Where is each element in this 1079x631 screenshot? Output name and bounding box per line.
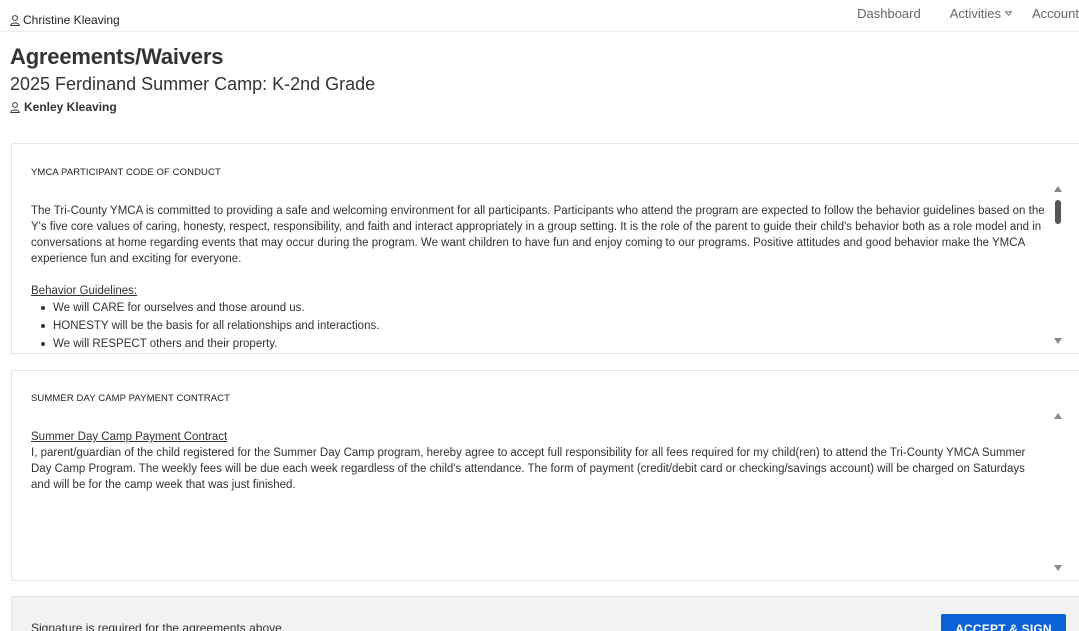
nav-activities-label: Activities: [949, 6, 1002, 21]
signature-bar: Signature is required for the agreements…: [11, 596, 1079, 631]
agreement-text-scroll-area[interactable]: The Tri-County YMCA is committed to prov…: [31, 203, 1046, 353]
scrollbar[interactable]: [1050, 144, 1066, 353]
main-nav: Dashboard Activities Account: [857, 6, 1079, 21]
scroll-up-arrow-icon[interactable]: [1054, 413, 1062, 419]
accept-and-sign-button[interactable]: ACCEPT & SIGN: [941, 614, 1066, 631]
agreement-title: SUMMER DAY CAMP PAYMENT CONTRACT: [31, 393, 231, 404]
user-name: Christine Kleaving: [23, 13, 120, 27]
user-icon: [10, 14, 20, 26]
agreement-subhead: Summer Day Camp Payment Contract: [31, 431, 228, 443]
scroll-thumb[interactable]: [1055, 200, 1061, 224]
nav-activities[interactable]: Activities: [949, 6, 1013, 21]
scroll-down-arrow-icon[interactable]: [1054, 338, 1062, 344]
signature-required-note: Signature is required for the agreements…: [31, 621, 286, 631]
participant-label: Kenley Kleaving: [24, 100, 117, 114]
agreement-text-scroll-area[interactable]: Summer Day Camp Payment Contract I, pare…: [31, 429, 1046, 569]
agreement-payment-contract: SUMMER DAY CAMP PAYMENT CONTRACT Summer …: [11, 370, 1079, 581]
scrollbar[interactable]: [1050, 371, 1066, 580]
scroll-down-arrow-icon[interactable]: [1054, 565, 1062, 571]
agreement-paragraph: I, parent/guardian of the child register…: [31, 447, 1026, 491]
nav-dashboard[interactable]: Dashboard: [857, 6, 921, 21]
top-nav-bar: Christine Kleaving Dashboard Activities …: [0, 0, 1079, 32]
list-item: HONESTY will be the basis for all relati…: [41, 318, 1046, 334]
agreement-subhead: Behavior Guidelines:: [31, 285, 138, 297]
scroll-up-arrow-icon[interactable]: [1054, 186, 1062, 192]
participant-name: Kenley Kleaving: [10, 100, 117, 114]
page: Christine Kleaving Dashboard Activities …: [0, 0, 1079, 631]
nav-dashboard-label: Dashboard: [857, 6, 921, 21]
program-name: 2025 Ferdinand Summer Camp: K-2nd Grade: [10, 74, 376, 94]
agreement-paragraph: The Tri-County YMCA is committed to prov…: [31, 205, 1045, 265]
list-item: We will RESPECT others and their propert…: [41, 336, 1046, 352]
page-title: Agreements/Waivers: [10, 44, 224, 69]
nav-account[interactable]: Account: [1032, 6, 1079, 21]
list-item: We will CARE for ourselves and those aro…: [41, 300, 1046, 316]
agreement-code-of-conduct: YMCA PARTICIPANT CODE OF CONDUCT The Tri…: [11, 143, 1079, 354]
chevron-down-icon: [1005, 11, 1013, 16]
user-icon: [10, 101, 20, 113]
agreement-title: YMCA PARTICIPANT CODE OF CONDUCT: [31, 167, 221, 178]
nav-account-label: Account: [1032, 6, 1079, 21]
behavior-guidelines-list: We will CARE for ourselves and those aro…: [31, 300, 1046, 352]
user-account-link[interactable]: Christine Kleaving: [10, 13, 120, 27]
